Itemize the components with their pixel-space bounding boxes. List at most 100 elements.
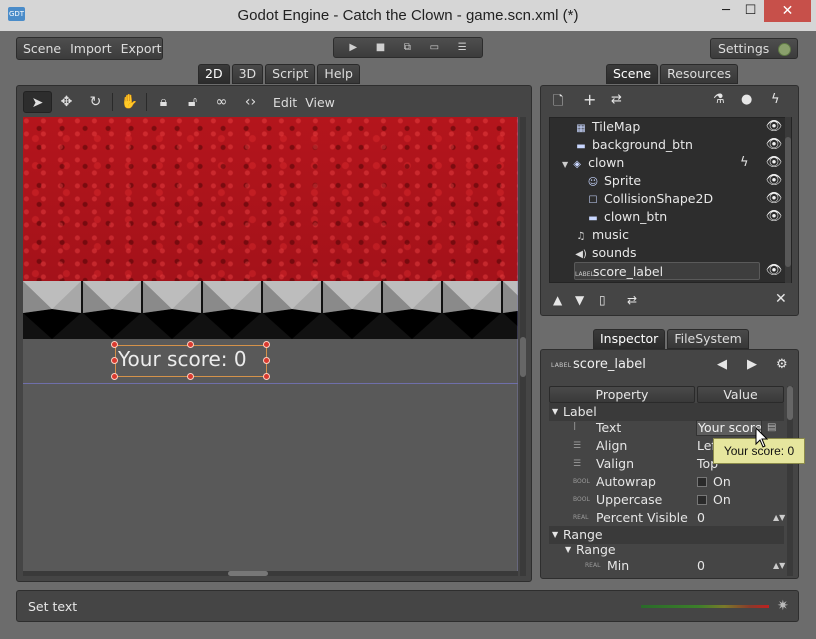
ungroup-icon[interactable]: ‹› <box>236 91 265 113</box>
settings-label: Settings <box>718 41 770 56</box>
resize-handle[interactable] <box>263 373 270 380</box>
move-tool-icon[interactable]: ✥ <box>52 91 81 113</box>
tab-inspector[interactable]: Inspector <box>593 329 666 349</box>
play-icon[interactable]: ▶ <box>349 42 357 53</box>
spike-row <box>23 281 518 339</box>
lock-icon[interactable]: 🔒︎ <box>149 91 178 113</box>
viewport-horizontal-scrollbar[interactable] <box>23 571 518 576</box>
resize-handle[interactable] <box>111 341 118 348</box>
tree-node[interactable]: ▼ ◈ clown <box>562 154 624 172</box>
property-row-min[interactable]: REAL Min 0 ▲▼ <box>549 557 785 575</box>
script-icon[interactable]: ϟ <box>740 154 749 172</box>
collapse-arrow-icon[interactable]: ▼ <box>562 160 568 169</box>
edit-menu[interactable]: Edit <box>273 95 297 110</box>
tree-node-selected[interactable]: LABELscore_label <box>574 262 760 280</box>
resize-handle[interactable] <box>111 373 118 380</box>
tab-scene[interactable]: Scene <box>606 64 659 84</box>
move-down-icon[interactable]: ▼ <box>575 293 584 307</box>
inspector-dock-tabs: Inspector FileSystem <box>593 329 749 349</box>
status-indicator-icon <box>778 43 791 56</box>
view-menu[interactable]: View <box>305 95 335 110</box>
visibility-eye-icon[interactable]: 👁︎ <box>765 262 783 280</box>
property-row-uppercase[interactable]: BOOL Uppercase On <box>549 491 784 509</box>
resize-handle[interactable] <box>263 357 270 364</box>
scene-tree: ▦ TileMap 👁︎ ▬ background_btn 👁︎ ▼ ◈ clown ϟ… <box>549 117 792 283</box>
close-button[interactable]: ✕ <box>764 0 811 22</box>
instance-icon[interactable]: ⚗ <box>713 92 725 107</box>
tab-filesystem[interactable]: FileSystem <box>667 329 749 349</box>
history-back-icon[interactable]: ◀ <box>717 357 727 372</box>
score-label-text: Your score: 0 <box>118 347 247 371</box>
play-scene-icon[interactable]: ⧉ <box>404 42 411 53</box>
menu-import[interactable]: Import <box>70 41 112 56</box>
inspector-panel: LABEL score_label ◀ ▶ ⚙ Property Value ▼… <box>540 349 799 579</box>
minimize-button[interactable]: ─ <box>712 0 740 22</box>
replace-node-icon[interactable]: ⇄ <box>611 92 622 107</box>
tree-node[interactable]: ◀) sounds <box>574 244 636 262</box>
move-up-icon[interactable]: ▲ <box>553 293 562 307</box>
visibility-eye-icon[interactable]: 👁︎ <box>765 154 783 172</box>
new-node-icon[interactable]: 🗋︎ <box>553 92 563 114</box>
groups-icon[interactable]: ● <box>741 92 752 107</box>
percent-visible-value[interactable]: 0 <box>697 509 705 527</box>
activity-meter <box>641 605 769 608</box>
tree-node[interactable]: ▦ TileMap <box>574 118 640 136</box>
inspector-header: LABEL score_label ◀ ▶ ⚙ <box>549 357 794 375</box>
menu-export[interactable]: Export <box>121 41 162 56</box>
inspector-scrollbar[interactable] <box>787 386 793 576</box>
scene-viewport[interactable]: Your score: 0 <box>23 117 518 576</box>
maximize-button[interactable]: ☐ <box>738 0 763 22</box>
property-row-autowrap[interactable]: BOOL Autowrap On <box>549 473 784 491</box>
visibility-eye-icon[interactable]: 👁︎ <box>765 208 783 226</box>
scene-tree-scrollbar[interactable] <box>785 117 791 283</box>
property-row-percent-visible[interactable]: REAL Percent Visible 0 ▲▼ <box>549 509 785 527</box>
tree-node[interactable]: ▬ clown_btn <box>586 208 667 226</box>
resize-handle[interactable] <box>187 373 194 380</box>
resize-handle[interactable] <box>111 357 118 364</box>
tab-3d[interactable]: 3D <box>231 64 264 84</box>
history-forward-icon[interactable]: ▶ <box>747 357 757 372</box>
gear-icon[interactable]: ⚙ <box>776 357 788 372</box>
resize-handle[interactable] <box>263 341 270 348</box>
menu-scene[interactable]: Scene <box>23 41 61 56</box>
visibility-eye-icon[interactable]: 👁︎ <box>765 190 783 208</box>
select-tool-icon[interactable]: ➤ <box>23 91 52 113</box>
window-titlebar: GDT Godot Engine - Catch the Clown - gam… <box>0 0 816 31</box>
label-type-badge: LABEL <box>551 362 572 369</box>
connections-icon[interactable]: ϟ <box>771 92 780 107</box>
reparent-icon[interactable]: ⇄ <box>627 293 637 307</box>
text-value-field[interactable]: Your score <box>696 420 762 436</box>
duplicate-icon[interactable]: ▯ <box>599 293 606 307</box>
tab-resources[interactable]: Resources <box>660 64 738 84</box>
pan-tool-icon[interactable]: ✋ <box>115 91 144 113</box>
delete-node-icon[interactable]: ✕ <box>775 291 787 307</box>
tab-help[interactable]: Help <box>317 64 360 84</box>
visibility-eye-icon[interactable]: 👁︎ <box>765 118 783 136</box>
tree-node[interactable]: ▬ background_btn <box>574 136 693 154</box>
spinner-icon[interactable]: ▲▼ <box>773 509 785 527</box>
unlock-icon[interactable]: 🔓︎ <box>178 91 207 113</box>
score-label-node[interactable]: Your score: 0 <box>111 341 270 380</box>
tree-node[interactable]: ☐ CollisionShape2D <box>586 190 714 208</box>
add-node-icon[interactable]: + <box>583 90 596 109</box>
tree-node[interactable]: ☺ Sprite <box>586 172 641 190</box>
autowrap-checkbox[interactable]: On <box>697 473 731 491</box>
open-folder-icon[interactable]: ▭ <box>430 42 439 53</box>
tree-node[interactable]: ♫ music <box>574 226 629 244</box>
visibility-eye-icon[interactable]: 👁︎ <box>765 172 783 190</box>
tab-script[interactable]: Script <box>265 64 316 84</box>
resize-handle[interactable] <box>187 341 194 348</box>
viewport-vertical-scrollbar[interactable] <box>520 117 526 576</box>
canvas-editor: ➤ ✥ ↻ ✋ 🔒︎ 🔓︎ ∞ ‹› Edit View Your score:… <box>16 85 532 582</box>
property-row-text[interactable]: I Text Your score ▤ <box>549 419 784 437</box>
settings-button[interactable]: Settings <box>710 38 798 59</box>
rotate-tool-icon[interactable]: ↻ <box>81 91 110 113</box>
uppercase-checkbox[interactable]: On <box>697 491 731 509</box>
min-value[interactable]: 0 <box>697 557 705 575</box>
spinner-icon[interactable]: ▲▼ <box>773 557 785 575</box>
visibility-eye-icon[interactable]: 👁︎ <box>765 136 783 154</box>
menu-icon[interactable]: ☰ <box>458 42 467 53</box>
group-icon[interactable]: ∞ <box>207 91 236 113</box>
stop-icon[interactable]: ■ <box>376 42 385 53</box>
tab-2d[interactable]: 2D <box>198 64 230 84</box>
